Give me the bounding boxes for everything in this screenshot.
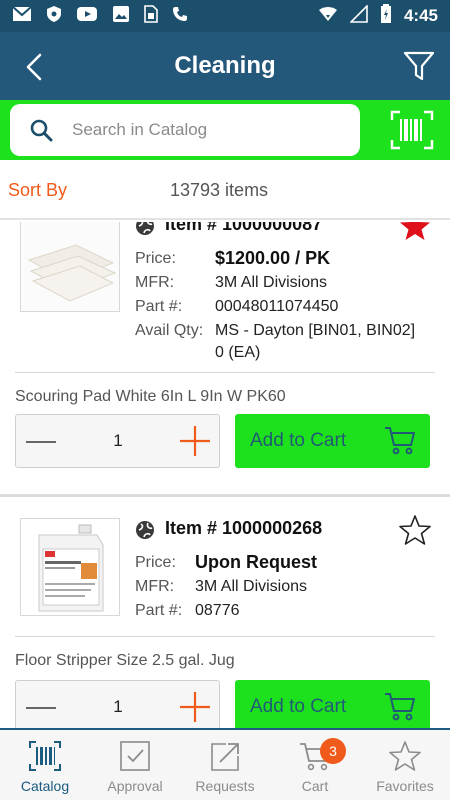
add-to-cart-label: Add to Cart [250, 430, 347, 451]
nav-requests[interactable]: Requests [180, 730, 270, 800]
status-bar: 4:45 [0, 0, 450, 32]
phone-icon [172, 6, 188, 26]
system-icons: 4:45 [318, 3, 438, 29]
nav-catalog[interactable]: Catalog [0, 730, 90, 800]
back-button[interactable] [18, 50, 52, 84]
favorite-star-outline-icon[interactable] [398, 514, 432, 546]
add-to-cart-button[interactable]: Add to Cart [235, 680, 430, 728]
increment-button[interactable] [179, 691, 211, 723]
product-list[interactable]: Item # 1000000087 Price: $1200.00 / PK M… [0, 222, 450, 728]
sim-icon [144, 5, 158, 27]
quantity-stepper: 1 [15, 414, 220, 468]
signal-icon [349, 3, 368, 28]
nav-approval[interactable]: Approval [90, 730, 180, 800]
card-separator [0, 494, 450, 497]
product-description: Scouring Pad White 6In L 9In W PK60 [15, 388, 286, 405]
nav-cart[interactable]: Cart 3 [270, 730, 360, 800]
page-title: Cleaning [174, 52, 276, 79]
battery-icon [380, 3, 392, 29]
part-value: 00048011074450 [215, 298, 339, 315]
product-card: Item # 1000000087 Price: $1200.00 / PK M… [0, 222, 450, 494]
nav-label: Cart [301, 778, 329, 794]
favorite-star-icon[interactable] [398, 222, 432, 242]
search-input[interactable]: Search in Catalog [10, 104, 360, 156]
mfr-label: MFR: [135, 578, 175, 595]
wifi-icon [318, 6, 338, 27]
product-image[interactable] [20, 518, 120, 616]
barcode-scan-icon [390, 110, 434, 150]
barcode-icon [29, 741, 61, 771]
globe-icon [136, 222, 154, 235]
search-placeholder: Search in Catalog [72, 120, 208, 139]
app-header: Cleaning [0, 32, 450, 100]
price-value: Upon Request [195, 552, 318, 572]
product-image[interactable] [20, 222, 120, 312]
divider [15, 372, 435, 373]
part-label: Part #: [135, 602, 183, 619]
sort-by-button[interactable]: Sort By [8, 180, 67, 201]
cart-icon [385, 693, 415, 721]
globe-icon [136, 521, 154, 539]
increment-button[interactable] [179, 425, 211, 457]
price-label: Price: [135, 554, 176, 571]
filter-icon [403, 51, 435, 81]
nav-favorites[interactable]: Favorites [360, 730, 450, 800]
avail-qty-location: MS - Dayton [BIN01, BIN02] [215, 322, 416, 339]
nav-label: Requests [195, 778, 255, 794]
screen: 4:45 Cleaning Search in Catalog Sort By [0, 0, 450, 800]
quantity-stepper: 1 [15, 680, 220, 728]
shield-icon [46, 5, 62, 27]
add-to-cart-button[interactable]: Add to Cart [235, 414, 430, 468]
nav-label: Favorites [376, 778, 434, 794]
product-card: Item # 1000000268 Price: Upon Request MF… [0, 498, 450, 728]
bottom-navigation: Catalog Approval Requests Cart 3 Favorit… [0, 728, 450, 800]
search-icon [30, 119, 53, 142]
avail-qty-value: 0 (EA) [215, 344, 261, 361]
filter-button[interactable] [402, 49, 436, 83]
chevron-left-icon [26, 53, 42, 81]
requests-icon [211, 743, 239, 771]
barcode-scan-button[interactable] [390, 110, 434, 150]
decrement-button[interactable] [26, 707, 56, 709]
mfr-value: 3M All Divisions [215, 274, 328, 291]
image-icon [112, 5, 130, 27]
gmail-icon [12, 6, 32, 26]
mfr-label: MFR: [135, 274, 175, 291]
product-description: Floor Stripper Size 2.5 gal. Jug [15, 652, 235, 669]
cart-count-badge: 3 [320, 738, 346, 764]
floor-stripper-jug-image [21, 519, 119, 615]
nav-label: Catalog [20, 778, 70, 794]
notification-icons [12, 5, 188, 27]
youtube-icon [76, 6, 98, 26]
star-icon [389, 741, 421, 771]
item-number: Item # 1000000087 [165, 222, 323, 234]
avail-qty-label: Avail Qty: [135, 322, 204, 339]
mfr-value: 3M All Divisions [195, 578, 308, 595]
part-value: 08776 [195, 602, 240, 619]
quantity-value[interactable]: 1 [106, 697, 130, 717]
sort-row: Sort By 13793 items [0, 160, 450, 220]
approval-icon [120, 741, 150, 771]
add-to-cart-label: Add to Cart [250, 696, 347, 717]
price-label: Price: [135, 250, 176, 267]
status-time: 4:45 [403, 6, 438, 25]
decrement-button[interactable] [26, 441, 56, 443]
divider [15, 636, 435, 637]
scouring-pad-image [21, 222, 119, 311]
cart-icon [385, 427, 415, 455]
part-label: Part #: [135, 298, 183, 315]
item-number: Item # 1000000268 [165, 518, 323, 538]
price-value: $1200.00 / PK [215, 248, 331, 268]
nav-label: Approval [107, 778, 163, 794]
item-count: 13793 items [170, 180, 269, 200]
search-bar: Search in Catalog [0, 100, 450, 160]
quantity-value[interactable]: 1 [106, 431, 130, 451]
